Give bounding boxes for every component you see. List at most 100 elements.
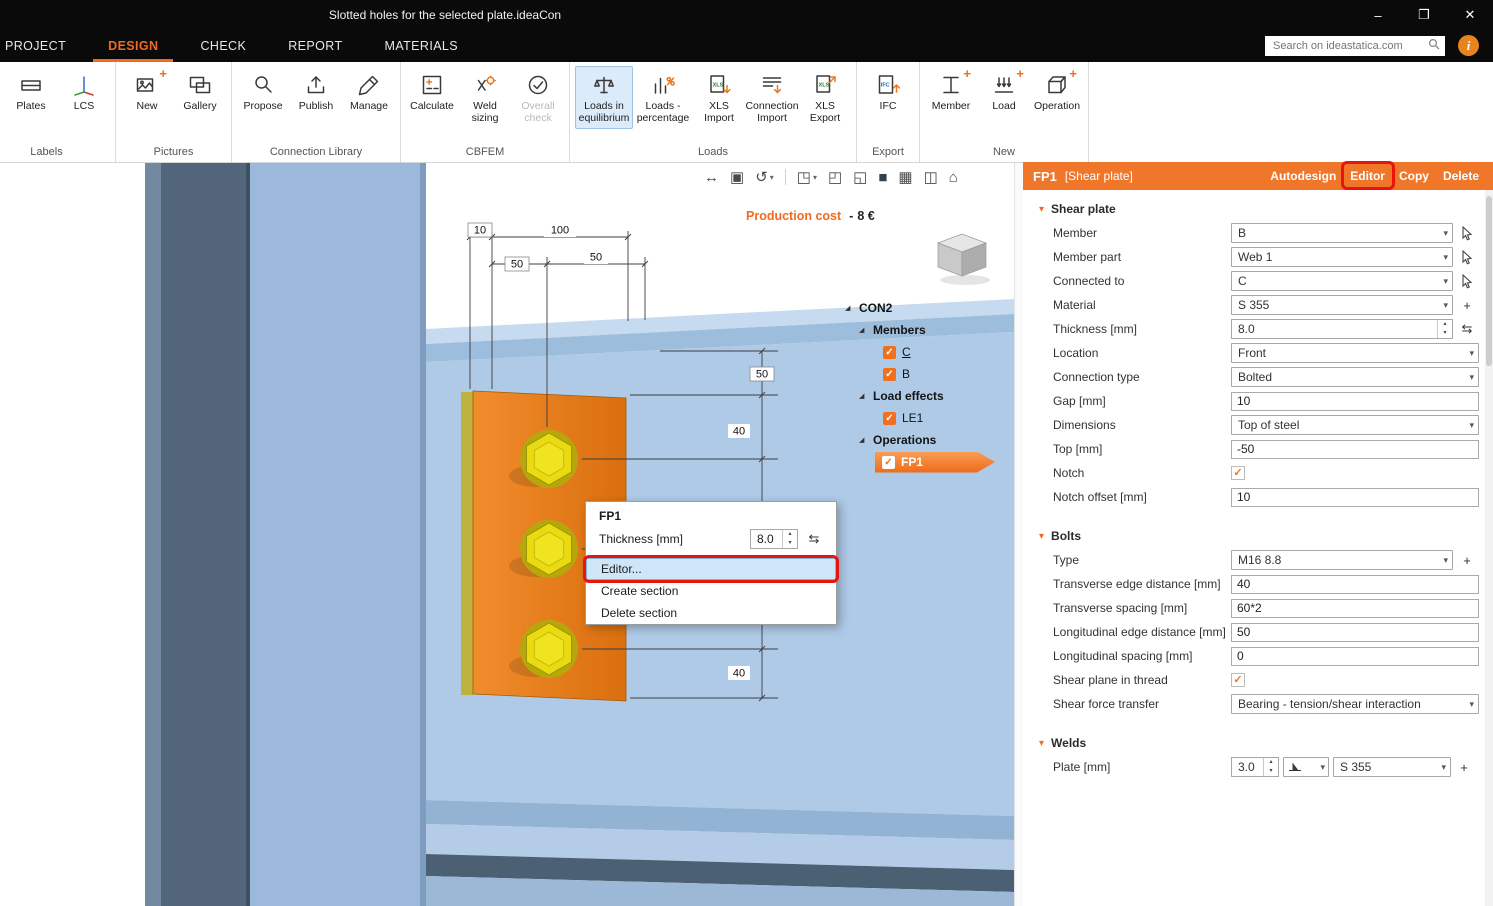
material-select[interactable]: S 355▾	[1231, 295, 1453, 315]
thickness-spinner[interactable]: 8.0 ▴▾	[750, 529, 798, 549]
scrollbar-thumb[interactable]	[1486, 196, 1492, 366]
loads-in-equilibrium-button[interactable]: Loads in equilibrium	[575, 66, 633, 129]
expander-icon[interactable]: ◢	[859, 392, 867, 400]
new-picture-button[interactable]: + New	[121, 66, 173, 116]
connection-type-select[interactable]: Bolted▾	[1231, 367, 1479, 387]
manage-button[interactable]: Manage	[343, 66, 395, 116]
add-bolt-type-icon[interactable]: +	[1458, 553, 1476, 568]
add-weld-icon[interactable]: +	[1455, 760, 1473, 775]
shaded-view-icon[interactable]: ▦	[898, 168, 912, 186]
tree-group-members[interactable]: ◢Members	[845, 319, 995, 341]
checkbox-checked[interactable]: ✓	[883, 368, 896, 381]
menu-item-editor[interactable]: Editor...	[586, 558, 836, 580]
tree-item-c[interactable]: ✓C	[845, 341, 995, 363]
scene-3d[interactable]: 10 100 50 50 50 40 40	[0, 163, 1014, 906]
tree-item-le1[interactable]: ✓LE1	[845, 407, 995, 429]
checkbox-checked[interactable]: ✓	[883, 412, 896, 425]
tree-group-load-effects[interactable]: ◢Load effects	[845, 385, 995, 407]
pick-in-scene-icon[interactable]	[1458, 250, 1476, 265]
swap-icon[interactable]: ⇆	[805, 531, 823, 547]
view-front-icon[interactable]: ◰	[828, 168, 842, 186]
panel-scrollbar[interactable]	[1485, 190, 1493, 906]
close-button[interactable]: ✕	[1447, 0, 1493, 30]
tab-materials[interactable]: MATERIALS	[364, 30, 480, 62]
delete-button[interactable]: Delete	[1443, 169, 1479, 183]
transverse-spacing-input[interactable]	[1231, 599, 1479, 618]
new-load-button[interactable]: + Load	[978, 66, 1030, 116]
lcs-button[interactable]: LCS	[58, 66, 110, 116]
add-material-icon[interactable]: +	[1458, 298, 1476, 313]
tab-report[interactable]: REPORT	[267, 30, 363, 62]
menu-item-create-section[interactable]: Create section	[586, 580, 836, 602]
connection-import-button[interactable]: Connection Import	[746, 66, 798, 129]
column-member[interactable]	[145, 163, 426, 906]
expander-icon[interactable]: ◢	[859, 436, 867, 444]
dimensions-select[interactable]: Top of steel▾	[1231, 415, 1479, 435]
solid-view-icon[interactable]: ■	[878, 169, 887, 186]
tree-item-b[interactable]: ✓B	[845, 363, 995, 385]
search-input[interactable]	[1273, 40, 1424, 52]
section-view-icon[interactable]: ◳▾	[797, 168, 817, 186]
weld-sizing-button[interactable]: Weld sizing	[459, 66, 511, 129]
tree-item-fp1-selected[interactable]: ✓FP1	[845, 451, 995, 473]
connected-to-select[interactable]: C▾	[1231, 271, 1453, 291]
new-member-button[interactable]: + Member	[925, 66, 977, 116]
rotate-view-icon[interactable]: ↺▾	[755, 168, 774, 186]
top-input[interactable]	[1231, 440, 1479, 459]
weld-type-select[interactable]: ▾	[1283, 757, 1329, 777]
autodesign-button[interactable]: Autodesign	[1270, 169, 1336, 183]
section-shear-plate[interactable]: ▾ Shear plate	[1023, 194, 1493, 221]
tab-project[interactable]: PROJECT	[0, 30, 87, 62]
bolt-type-select[interactable]: M16 8.8▾	[1231, 550, 1453, 570]
spinner-arrows-icon[interactable]: ▴▾	[1437, 320, 1452, 338]
propose-button[interactable]: Propose	[237, 66, 289, 116]
longitudinal-spacing-input[interactable]	[1231, 647, 1479, 666]
tab-design[interactable]: DESIGN	[87, 30, 179, 62]
ifc-button[interactable]: IFC IFC	[862, 66, 914, 116]
spinner-arrows-icon[interactable]: ▴▾	[1263, 758, 1278, 776]
notch-checkbox[interactable]: ✓	[1231, 466, 1245, 480]
copy-button[interactable]: Copy	[1399, 169, 1429, 183]
minimize-button[interactable]: –	[1355, 0, 1401, 30]
view-side-icon[interactable]: ◱	[853, 168, 867, 186]
weld-size-spinner[interactable]: 3.0▴▾	[1231, 757, 1279, 777]
viewport-panel-divider[interactable]	[1014, 163, 1023, 906]
tree-item-con2[interactable]: ◢CON2	[845, 297, 995, 319]
expander-icon[interactable]: ◢	[859, 326, 867, 334]
maximize-button[interactable]: ❐	[1401, 0, 1447, 30]
pick-in-scene-icon[interactable]	[1458, 274, 1476, 289]
xls-import-button[interactable]: XLS XLS Import	[693, 66, 745, 129]
publish-button[interactable]: Publish	[290, 66, 342, 116]
info-icon[interactable]: i	[1458, 35, 1479, 56]
gallery-button[interactable]: Gallery	[174, 66, 226, 116]
pick-in-scene-icon[interactable]	[1458, 226, 1476, 241]
editor-button[interactable]: Editor	[1350, 169, 1385, 183]
menu-item-delete-section[interactable]: Delete section	[586, 602, 836, 624]
longitudinal-edge-input[interactable]	[1231, 623, 1479, 642]
expander-icon[interactable]: ◢	[845, 304, 853, 312]
section-bolts[interactable]: ▾ Bolts	[1023, 521, 1493, 548]
fit-view-icon[interactable]: ▣	[730, 168, 744, 186]
tab-check[interactable]: CHECK	[179, 30, 267, 62]
new-operation-button[interactable]: + Operation	[1031, 66, 1083, 116]
section-welds[interactable]: ▾ Welds	[1023, 728, 1493, 755]
shear-plane-checkbox[interactable]: ✓	[1231, 673, 1245, 687]
member-select[interactable]: B▾	[1231, 223, 1453, 243]
overall-check-button[interactable]: Overall check	[512, 66, 564, 129]
home-view-icon[interactable]: ⌂	[949, 169, 958, 186]
measure-icon[interactable]: ↔	[704, 169, 719, 186]
location-select[interactable]: Front▾	[1231, 343, 1479, 363]
transverse-edge-input[interactable]	[1231, 575, 1479, 594]
checkbox-checked[interactable]: ✓	[883, 346, 896, 359]
xls-export-button[interactable]: XLS XLS Export	[799, 66, 851, 129]
member-part-select[interactable]: Web 1▾	[1231, 247, 1453, 267]
calculate-button[interactable]: Calculate	[406, 66, 458, 116]
search-box[interactable]	[1265, 36, 1445, 56]
spinner-arrows-icon[interactable]: ▴▾	[782, 530, 797, 548]
axis-cube[interactable]	[938, 234, 990, 285]
thickness-spinner[interactable]: 8.0▴▾	[1231, 319, 1453, 339]
loads-percentage-button[interactable]: Loads - percentage	[634, 66, 692, 129]
notch-offset-input[interactable]	[1231, 488, 1479, 507]
shear-force-select[interactable]: Bearing - tension/shear interaction▾	[1231, 694, 1479, 714]
swap-icon[interactable]: ⇆	[1458, 321, 1476, 337]
